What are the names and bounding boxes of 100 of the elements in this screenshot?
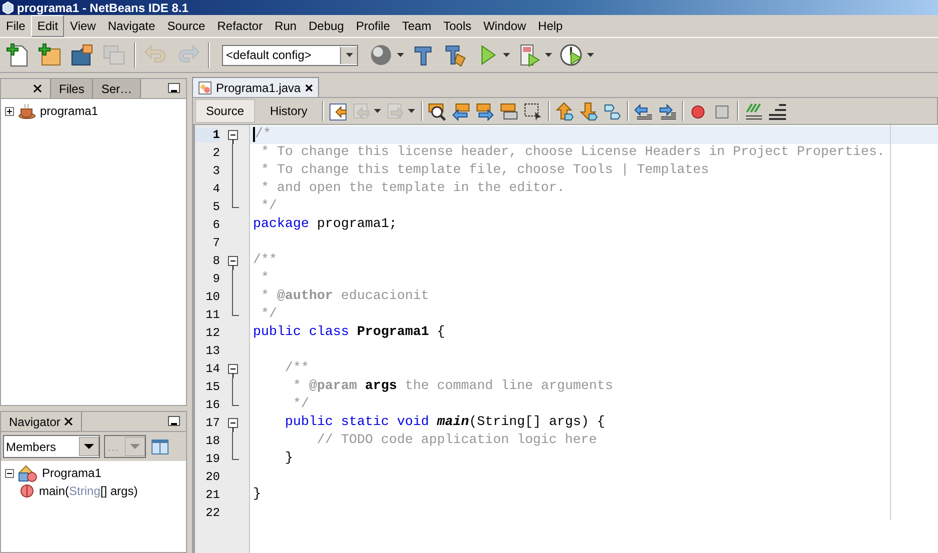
menu-item[interactable]: View xyxy=(64,15,102,37)
menu-item[interactable]: File xyxy=(0,15,32,37)
line-number: 3 xyxy=(212,164,220,178)
line-number: 10 xyxy=(204,290,220,304)
tree-item[interactable]: programa1 xyxy=(40,104,98,118)
code-line: } xyxy=(284,450,294,468)
caret-icon xyxy=(407,108,416,114)
code-line: package programa1; xyxy=(252,216,398,234)
menu-item[interactable]: Debug xyxy=(302,15,350,37)
line-number: 5 xyxy=(212,200,220,214)
code-line: * @author educacionit xyxy=(260,288,430,306)
window-icon xyxy=(151,438,169,456)
minimize-icon xyxy=(171,423,177,425)
next-icon xyxy=(476,102,496,120)
line-number: 14 xyxy=(204,362,220,376)
line-number: 8 xyxy=(212,254,220,268)
dropdown-arrow-icon xyxy=(79,437,99,456)
menu-item[interactable]: Help xyxy=(532,15,569,37)
code-line: } xyxy=(252,486,262,504)
tree-item[interactable]: main(String[] args) xyxy=(39,484,138,498)
close-icon xyxy=(64,417,74,426)
view-tab[interactable]: Source xyxy=(195,99,256,123)
comment-icon xyxy=(744,102,764,120)
shift-left-icon xyxy=(634,102,654,120)
minimize-icon xyxy=(171,90,177,92)
forward-icon xyxy=(387,102,406,120)
menu-item[interactable]: Navigate xyxy=(102,15,162,37)
find-icon xyxy=(428,102,448,120)
line-number: 1 xyxy=(195,128,220,142)
menu-item[interactable]: Refactor xyxy=(211,15,269,37)
code-line: * To change this license header, choose License Headers in Project Properties. xyxy=(260,144,886,162)
panel-tab[interactable]: Ser… xyxy=(93,79,142,98)
menu-item[interactable]: Source xyxy=(161,15,212,37)
uncomment-icon xyxy=(768,102,788,120)
menu-item[interactable]: Profile xyxy=(350,15,396,37)
caret-icon xyxy=(344,52,354,58)
code-line: /** xyxy=(252,252,278,270)
line-number: 18 xyxy=(204,434,220,448)
caret-icon xyxy=(502,52,511,58)
code-line: /** xyxy=(284,360,310,378)
close-icon xyxy=(304,84,313,92)
next-bookmark-button[interactable] xyxy=(579,100,598,122)
caret-icon xyxy=(586,52,595,58)
code-line: public static void main(String[] args) { xyxy=(284,414,606,432)
line-number: 22 xyxy=(204,506,220,520)
code-line: * To change this template file, choose Tools | Templates xyxy=(260,162,710,180)
members-dropdown[interactable]: Members xyxy=(3,435,100,458)
rect-select-icon xyxy=(524,102,544,120)
config-dropdown[interactable]: <default config> xyxy=(222,44,358,66)
app-icon xyxy=(2,1,14,14)
line-number: 6 xyxy=(212,218,220,232)
menu-item[interactable]: Edit xyxy=(31,15,64,37)
line-number: 15 xyxy=(204,380,220,394)
line-number: 20 xyxy=(204,470,220,484)
line-number: 16 xyxy=(204,398,220,412)
minimize-button[interactable] xyxy=(168,416,180,426)
line-number: 17 xyxy=(204,416,220,430)
line-number: 7 xyxy=(212,236,220,250)
line-number: 2 xyxy=(212,146,220,160)
method-icon xyxy=(19,483,35,499)
next-bookmark-icon xyxy=(579,102,598,120)
close-icon xyxy=(33,84,42,93)
code-line: */ xyxy=(292,396,310,414)
caret-icon xyxy=(396,52,405,58)
code-line: * xyxy=(260,270,270,288)
menu-item[interactable]: Team xyxy=(396,15,438,37)
line-number: 13 xyxy=(204,344,220,358)
code-line: * @param args the command line arguments xyxy=(292,378,614,396)
menu-item[interactable]: Tools xyxy=(437,15,478,37)
coffee-cup-icon xyxy=(18,103,36,119)
line-number: 9 xyxy=(212,272,220,286)
line-number: 11 xyxy=(204,308,220,322)
prev-icon xyxy=(452,102,472,120)
new-project-icon xyxy=(37,42,63,68)
code-line: * and open the template in the editor. xyxy=(260,180,566,198)
line-number: 21 xyxy=(204,488,220,502)
line-number: 4 xyxy=(212,182,220,196)
highlight-icon xyxy=(500,102,520,120)
prev-bookmark-icon xyxy=(555,102,574,120)
menu-item[interactable]: Run xyxy=(268,15,303,37)
menu-item[interactable]: Window xyxy=(477,15,532,37)
caret-icon xyxy=(544,52,553,58)
line-number: 12 xyxy=(204,326,220,340)
code-line: // TODO code application logic here xyxy=(316,432,598,450)
caret-icon xyxy=(373,108,382,114)
tree-item[interactable]: Programa1 xyxy=(42,466,102,480)
back-icon xyxy=(353,102,372,120)
view-tab[interactable]: History xyxy=(260,99,318,123)
line-number: 19 xyxy=(204,452,220,466)
code-line: */ xyxy=(260,306,278,324)
file-tab[interactable]: Programa1.java xyxy=(192,77,319,97)
panel-tab[interactable]: Files xyxy=(51,79,94,98)
code-line: public class Programa1 { xyxy=(252,324,446,342)
minimize-button[interactable] xyxy=(168,83,180,93)
previous-bookmark-button[interactable] xyxy=(555,100,574,122)
layout-button[interactable] xyxy=(150,436,170,456)
dropdown-arrow-icon xyxy=(125,437,145,456)
java-file-icon xyxy=(198,80,212,94)
code-line: */ xyxy=(260,198,278,216)
class-icon xyxy=(18,464,38,482)
